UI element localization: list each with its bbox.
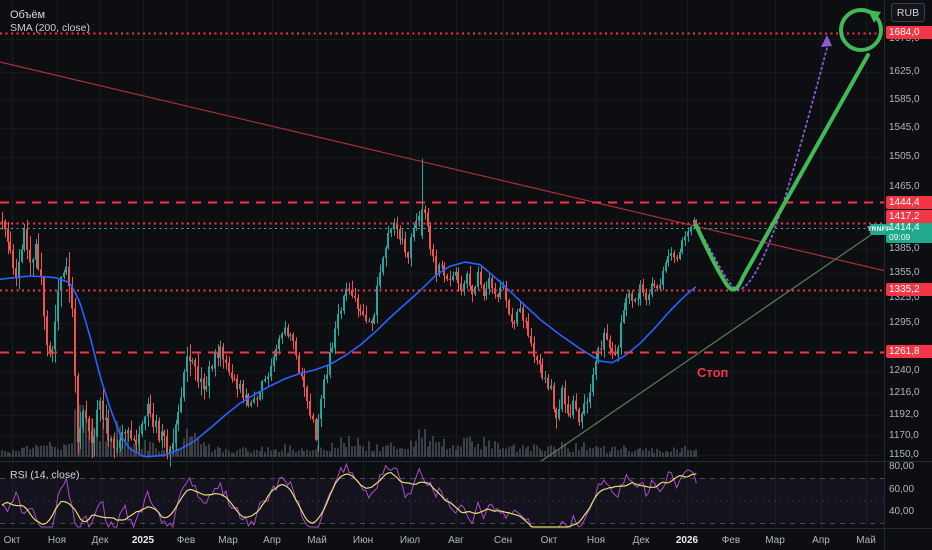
- time-label-Авг: Авг: [448, 535, 464, 546]
- time-label-Июл: Июл: [399, 535, 421, 546]
- time-label-Апр: Апр: [812, 535, 830, 546]
- time-label-Фев: Фев: [176, 535, 196, 546]
- time-label-Июн: Июн: [352, 535, 374, 546]
- chart-window: Объём SMA (200, close) RSI (14, close) R…: [0, 0, 932, 550]
- time-label-Фев: Фев: [721, 535, 741, 546]
- chart-canvas[interactable]: [0, 0, 932, 550]
- time-label-Дек: Дек: [91, 535, 109, 546]
- rsi-tick-40,00: 40,00: [889, 506, 915, 517]
- price-tick-1192,0: 1192,0: [889, 409, 919, 420]
- time-label-Сен: Сен: [493, 535, 513, 546]
- price-tick-1585,0: 1585,0: [889, 94, 920, 105]
- rsi-indicator-label: RSI (14, close): [10, 469, 80, 481]
- price-levels[interactable]: [0, 32, 884, 354]
- price-tick-1216,0: 1216,0: [889, 387, 920, 398]
- time-label-2025: 2025: [131, 535, 155, 546]
- price-tick-1150,0: 1150,0: [889, 449, 919, 460]
- price-badge-1261,8: 1261,8: [886, 345, 932, 358]
- rsi-tick-80,00: 80,00: [889, 461, 915, 472]
- price-tick-1170,0: 1170,0: [889, 430, 919, 441]
- price-tick-1545,0: 1545,0: [889, 122, 920, 133]
- price-tick-1465,0: 1465,0: [889, 181, 920, 192]
- time-label-Ноя: Ноя: [586, 535, 606, 546]
- legend-rsi[interactable]: RSI (14, close): [10, 465, 79, 483]
- price-badge-1417,2: 1417,2: [886, 210, 932, 223]
- time-label-Дек: Дек: [632, 535, 650, 546]
- time-label-2026: 2026: [675, 535, 699, 546]
- forecast-purple-arrowhead: [821, 35, 832, 47]
- time-label-Май: Май: [856, 535, 876, 546]
- rsi-pane: [0, 462, 884, 529]
- stop-annotation-label[interactable]: Стоп: [697, 365, 728, 380]
- price-tick-1625,0: 1625,0: [889, 66, 920, 77]
- time-label-Окт: Окт: [540, 535, 558, 546]
- price-tick-1355,0: 1355,0: [889, 267, 920, 278]
- time-label-Ноя: Ноя: [47, 535, 67, 546]
- time-label-Окт: Окт: [3, 535, 21, 546]
- time-label-Апр: Апр: [263, 535, 281, 546]
- candles: [1, 158, 697, 467]
- price-tick-1240,0: 1240,0: [889, 365, 920, 376]
- currency-button[interactable]: RUB: [891, 3, 925, 22]
- legend-sma[interactable]: SMA (200, close): [10, 18, 90, 36]
- time-label-Май: Май: [307, 535, 327, 546]
- sma-indicator-label: SMA (200, close): [10, 22, 90, 34]
- price-badge-1444,4: 1444,4: [886, 196, 932, 209]
- price-tick-1385,0: 1385,0: [889, 243, 920, 254]
- current-price-badge: 1414,4 09:09: [886, 222, 932, 243]
- rsi-tick-60,00: 60,00: [889, 484, 915, 495]
- volume-histogram: [1, 405, 697, 457]
- price-tick-1505,0: 1505,0: [889, 151, 920, 162]
- time-label-Мар: Мар: [218, 535, 238, 546]
- price-badge-1335,2: 1335,2: [886, 283, 932, 296]
- forecast-purple-curve[interactable]: [696, 47, 828, 291]
- price-badge-1684,0: 1684,0: [886, 26, 932, 39]
- time-label-Мар: Мар: [765, 535, 785, 546]
- price-tick-1295,0: 1295,0: [889, 317, 920, 328]
- ticker-tag: TRNFP: [867, 224, 891, 235]
- bar-countdown: 09:09: [889, 232, 911, 242]
